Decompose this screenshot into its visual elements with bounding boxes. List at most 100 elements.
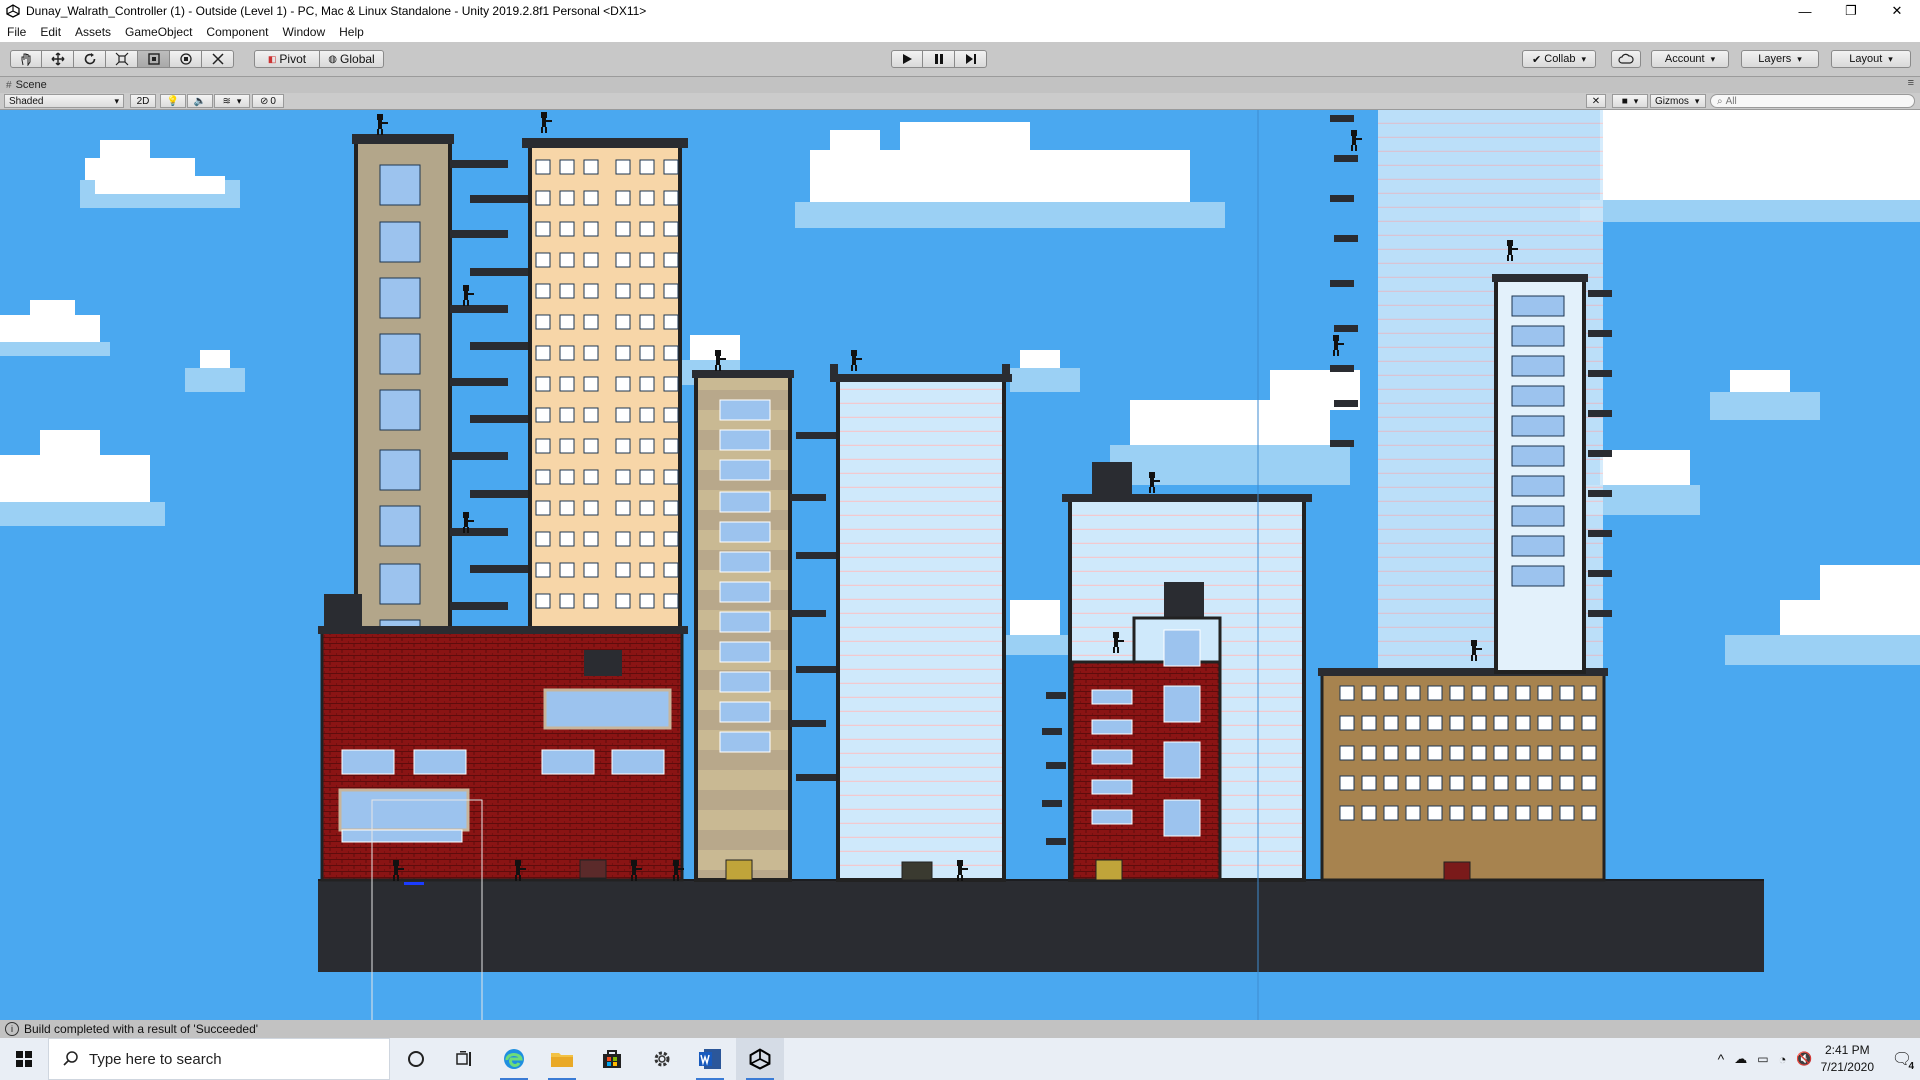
- window: [1449, 715, 1465, 731]
- maximize-button[interactable]: ❐: [1828, 0, 1874, 22]
- task-view-button[interactable]: [440, 1038, 488, 1080]
- effects-dropdown[interactable]: ≋: [214, 94, 250, 108]
- layers-label: Layers: [1758, 53, 1792, 65]
- window: [615, 438, 631, 454]
- window-title: Dunay_Walrath_Controller (1) - Outside (…: [26, 4, 647, 18]
- taskbar-word[interactable]: [686, 1038, 734, 1080]
- start-button[interactable]: [0, 1038, 48, 1080]
- chevron-up-icon[interactable]: ^: [1718, 1051, 1725, 1067]
- pivot-toggle[interactable]: ◧ Pivot: [254, 50, 320, 68]
- window: [639, 376, 655, 392]
- lighting-toggle[interactable]: 💡: [160, 94, 186, 108]
- scene-search-input[interactable]: ⌕ All: [1710, 94, 1915, 108]
- panel-menu-icon[interactable]: ≡: [1908, 77, 1914, 89]
- gizmos-dropdown[interactable]: Gizmos: [1650, 94, 1706, 108]
- eye-slash-icon: ⊘: [260, 95, 269, 107]
- account-dropdown[interactable]: Account: [1651, 50, 1729, 68]
- window: [615, 593, 631, 609]
- window: [1471, 805, 1487, 821]
- rect-tool-button[interactable]: [138, 50, 170, 68]
- notification-center-button[interactable]: 🗨 4: [1884, 1038, 1920, 1080]
- scene-view[interactable]: [0, 110, 1920, 1022]
- scale-tool-button[interactable]: [106, 50, 138, 68]
- window: [1383, 745, 1399, 761]
- cortana-button[interactable]: [392, 1038, 440, 1080]
- camera-dropdown[interactable]: ■: [1612, 94, 1648, 108]
- draw-mode-dropdown[interactable]: Shaded: [4, 94, 124, 108]
- menu-component[interactable]: Component: [199, 25, 275, 39]
- collab-dropdown[interactable]: ✔ Collab: [1522, 50, 1596, 68]
- cloud-sync-icon[interactable]: ☁: [1734, 1051, 1747, 1067]
- window: [1339, 745, 1355, 761]
- title-bar: Dunay_Walrath_Controller (1) - Outside (…: [0, 0, 1920, 22]
- close-button[interactable]: ✕: [1874, 0, 1920, 22]
- window: [615, 531, 631, 547]
- taskbar-file-explorer[interactable]: [538, 1038, 586, 1080]
- menu-window[interactable]: Window: [275, 25, 332, 39]
- menu-help[interactable]: Help: [332, 25, 371, 39]
- crossed-tools-icon: ✕: [1591, 95, 1601, 107]
- speaker-muted-icon[interactable]: 🔇: [1796, 1051, 1812, 1067]
- menu-gameobject[interactable]: GameObject: [118, 25, 199, 39]
- menu-edit[interactable]: Edit: [33, 25, 68, 39]
- battery-icon[interactable]: ▭: [1757, 1052, 1768, 1066]
- window: [1537, 685, 1553, 701]
- window: [583, 407, 599, 423]
- taskbar-search-input[interactable]: Type here to search: [48, 1038, 390, 1080]
- wifi-icon[interactable]: ◔: [1779, 1052, 1787, 1067]
- window: [639, 221, 655, 237]
- window: [535, 376, 551, 392]
- window: [559, 376, 575, 392]
- step-button[interactable]: [955, 50, 987, 68]
- window: [1427, 745, 1443, 761]
- move-tool-button[interactable]: [42, 50, 74, 68]
- scene-tools-toggle[interactable]: ✕: [1586, 94, 1606, 108]
- rotate-tool-button[interactable]: [74, 50, 106, 68]
- taskbar-settings[interactable]: [638, 1038, 686, 1080]
- level-scene[interactable]: [0, 110, 1920, 1022]
- window: [1405, 715, 1421, 731]
- move-icon: [51, 52, 64, 66]
- window: [615, 190, 631, 206]
- taskbar-store[interactable]: [588, 1038, 636, 1080]
- rotate-icon: [84, 53, 95, 65]
- custom-tool-button[interactable]: [202, 50, 234, 68]
- minimize-button[interactable]: —: [1782, 0, 1828, 22]
- playback-group: [891, 50, 987, 68]
- window: [615, 283, 631, 299]
- menu-file[interactable]: File: [0, 25, 33, 39]
- layers-dropdown[interactable]: Layers: [1741, 50, 1819, 68]
- mode-2d-toggle[interactable]: 2D: [130, 94, 156, 108]
- pause-button[interactable]: [923, 50, 955, 68]
- window: [663, 469, 679, 485]
- task-view-icon: [456, 1051, 471, 1066]
- taskbar-search-placeholder: Type here to search: [89, 1050, 222, 1068]
- taskbar-unity[interactable]: [736, 1038, 784, 1080]
- window: [1515, 805, 1531, 821]
- layout-dropdown[interactable]: Layout: [1831, 50, 1911, 68]
- window: [639, 283, 655, 299]
- global-toggle[interactable]: ◍ Global: [320, 50, 384, 68]
- window: [559, 221, 575, 237]
- window: [1361, 775, 1377, 791]
- hand-tool-button[interactable]: [10, 50, 42, 68]
- transform-tool-button[interactable]: [170, 50, 202, 68]
- window: [1405, 685, 1421, 701]
- window: [583, 376, 599, 392]
- menu-assets[interactable]: Assets: [68, 25, 118, 39]
- taskbar-clock[interactable]: 2:41 PM 7/21/2020: [1821, 1042, 1874, 1076]
- window: [1405, 745, 1421, 761]
- window: [559, 407, 575, 423]
- status-message[interactable]: Build completed with a result of 'Succee…: [24, 1022, 258, 1036]
- scene-grid-icon: #: [6, 79, 12, 91]
- tab-scene[interactable]: # Scene: [6, 79, 47, 91]
- window: [559, 562, 575, 578]
- taskbar-edge[interactable]: [490, 1038, 538, 1080]
- cloud-button[interactable]: [1611, 50, 1641, 68]
- window: [535, 190, 551, 206]
- audio-toggle[interactable]: 🔈: [187, 94, 213, 108]
- play-button[interactable]: [891, 50, 923, 68]
- hidden-objects-toggle[interactable]: ⊘ 0: [252, 94, 284, 108]
- window: [615, 469, 631, 485]
- window: [639, 407, 655, 423]
